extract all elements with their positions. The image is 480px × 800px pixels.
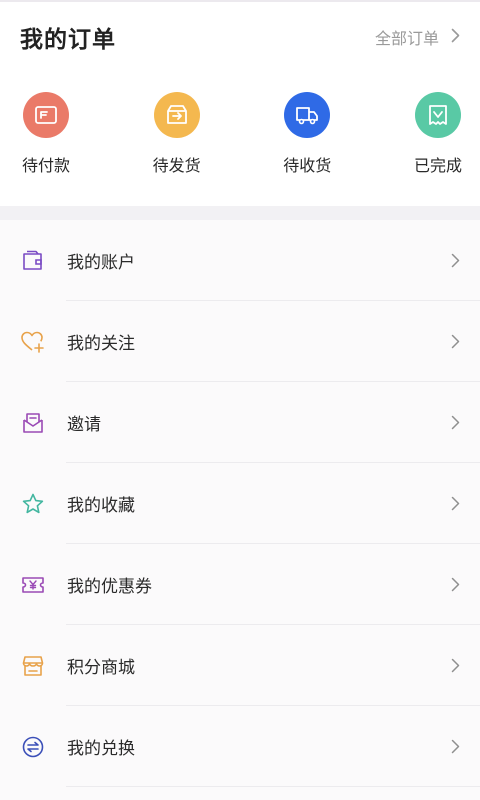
store-icon — [20, 653, 46, 679]
order-status-row: 待付款 待发货 待收货 已完成 — [0, 92, 480, 176]
menu-item-label: 我的兑换 — [67, 739, 135, 759]
wallet-icon — [20, 248, 46, 274]
box-ship-icon — [153, 92, 200, 138]
menu-item-follows[interactable]: 我的关注 — [0, 301, 480, 382]
menu-item-account[interactable]: 我的账户 — [0, 220, 480, 301]
all-orders-link[interactable]: 全部订单 — [375, 25, 460, 49]
menu-list: 我的账户 我的关注 邀请 我的收藏 我的优惠券 积分商城 我的兑换 — [0, 220, 480, 787]
menu-item-label: 我的优惠券 — [67, 577, 152, 597]
chevron-right-icon — [451, 415, 460, 430]
all-orders-label: 全部订单 — [374, 29, 439, 48]
orders-section: 我的订单 全部订单 待付款 待发货 待收货 已完成 — [0, 0, 480, 206]
chevron-right-icon — [451, 28, 460, 47]
menu-item-favorites[interactable]: 我的收藏 — [0, 463, 480, 544]
menu-item-coupons[interactable]: 我的优惠券 — [0, 544, 480, 625]
chevron-right-icon — [451, 253, 460, 268]
truck-icon — [284, 92, 331, 138]
receipt-check-icon — [414, 92, 461, 138]
menu-item-label: 我的关注 — [67, 334, 135, 354]
status-completed[interactable]: 已完成 — [412, 92, 464, 176]
status-label: 待发货 — [152, 156, 201, 175]
chevron-right-icon — [451, 334, 460, 349]
wallet-card-icon — [23, 92, 69, 138]
envelope-icon — [20, 410, 46, 436]
chevron-right-icon — [451, 577, 460, 592]
status-to-receive[interactable]: 待收货 — [281, 92, 333, 176]
menu-item-invite[interactable]: 邀请 — [0, 382, 480, 463]
menu-item-label: 我的收藏 — [67, 496, 135, 516]
menu-item-points-mall[interactable]: 积分商城 — [0, 625, 480, 706]
menu-item-label: 积分商城 — [67, 658, 135, 678]
chevron-right-icon — [451, 496, 460, 511]
heart-plus-icon — [20, 329, 46, 355]
status-label: 待付款 — [21, 156, 70, 175]
menu-item-label: 我的账户 — [67, 253, 135, 273]
section-divider — [0, 206, 480, 220]
status-label: 待收货 — [283, 156, 332, 175]
menu-item-label: 邀请 — [67, 415, 101, 435]
status-pending-payment[interactable]: 待付款 — [20, 92, 72, 176]
orders-title: 我的订单 — [20, 27, 116, 53]
status-to-ship[interactable]: 待发货 — [151, 92, 203, 176]
coupon-yen-icon — [20, 572, 46, 598]
chevron-right-icon — [451, 739, 460, 754]
menu-item-exchange[interactable]: 我的兑换 — [0, 706, 480, 787]
chevron-right-icon — [451, 658, 460, 673]
star-icon — [20, 491, 46, 517]
exchange-icon — [20, 734, 46, 760]
status-label: 已完成 — [413, 156, 462, 175]
orders-header: 我的订单 全部订单 — [0, 2, 480, 72]
